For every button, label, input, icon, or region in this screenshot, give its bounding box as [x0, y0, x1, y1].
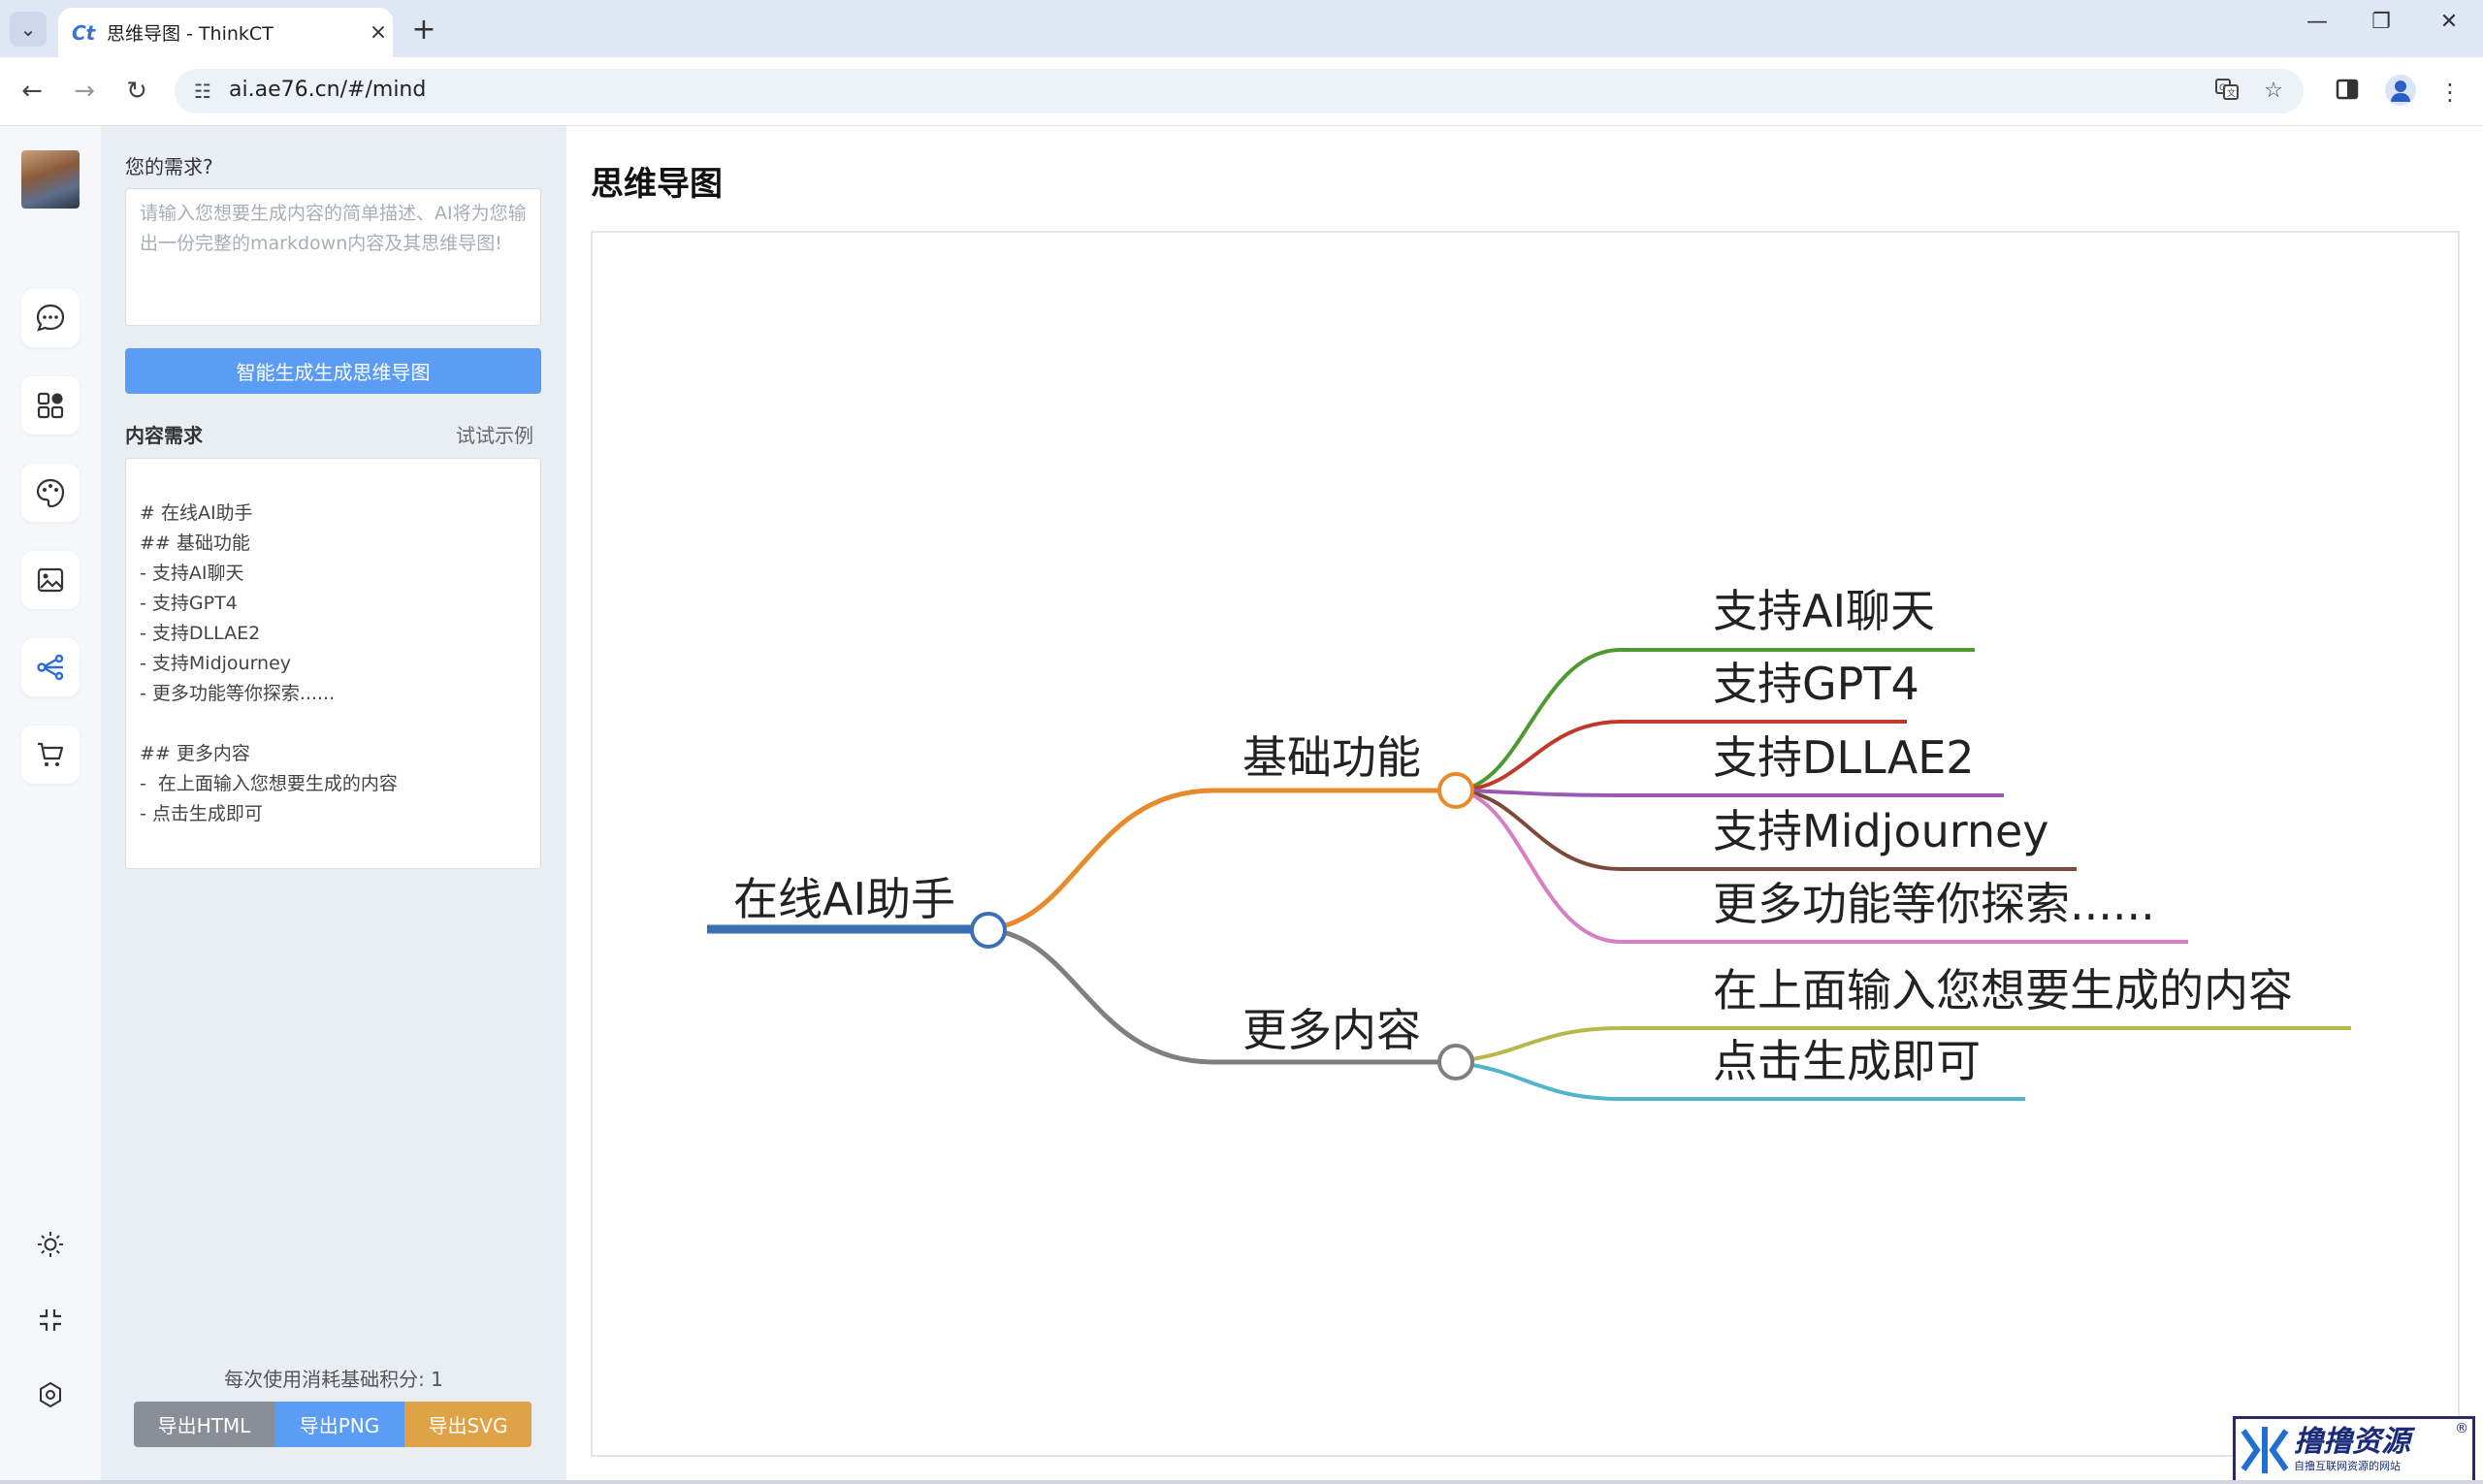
svg-text:G: G — [2219, 83, 2226, 93]
close-tab-icon[interactable]: × — [364, 20, 393, 45]
branch-connector-basic — [997, 788, 1446, 930]
user-avatar[interactable] — [21, 150, 80, 209]
settings-icon[interactable] — [31, 1375, 70, 1414]
branch-collapse-toggle[interactable] — [1437, 1044, 1474, 1081]
palette-icon[interactable] — [21, 464, 80, 522]
leaf-label[interactable]: 支持GPT4 — [1713, 658, 1919, 710]
leaf-connector — [1465, 789, 2004, 797]
export-html-button[interactable]: 导出HTML — [134, 1402, 274, 1447]
bookmark-star-icon[interactable]: ☆ — [2258, 77, 2289, 106]
watermark-logo-icon — [2241, 1427, 2289, 1473]
root-node-label[interactable]: 在线AI助手 — [733, 873, 955, 925]
active-tab[interactable]: Ct 思维导图 - ThinkCT × — [58, 8, 393, 57]
leaf-label[interactable]: 支持DLLAE2 — [1713, 731, 1975, 784]
browser-tab-strip: ⌄ Ct 思维导图 - ThinkCT × + — ❐ ✕ — [0, 0, 2483, 57]
site-info-icon[interactable]: ☷ — [188, 77, 217, 106]
leaf-label[interactable]: 更多功能等你探索...... — [1713, 878, 2155, 930]
generate-mindmap-button[interactable]: 智能生成生成思维导图 — [125, 348, 541, 394]
bottom-border — [0, 1480, 2483, 1484]
more-menu-icon[interactable]: ⋮ — [2433, 75, 2467, 110]
cost-text: 每次使用消耗基础积分: 1 — [224, 1368, 443, 1391]
export-svg-button[interactable]: 导出SVG — [404, 1402, 532, 1447]
translate-icon[interactable]: G文 — [2211, 77, 2242, 106]
need-placeholder: 请输入您想要生成内容的简单描述、AI将为您输出一份完整的markdown内容及其… — [140, 203, 527, 254]
profile-avatar-icon[interactable] — [2385, 75, 2416, 106]
chat-icon[interactable] — [21, 289, 80, 347]
need-label: 您的需求? — [125, 155, 213, 178]
tab-title: 思维导图 - ThinkCT — [107, 23, 274, 45]
branch-label-more[interactable]: 更多内容 — [1242, 1004, 1421, 1056]
back-icon[interactable]: ← — [16, 75, 48, 108]
address-bar[interactable]: ☷ ai.ae76.cn/#/mind G文 ☆ — [175, 69, 2304, 113]
restore-button[interactable]: ❐ — [2357, 10, 2405, 34]
close-window-button[interactable]: ✕ — [2425, 10, 2473, 34]
mindmap-icon[interactable] — [21, 638, 80, 696]
apps-icon[interactable] — [21, 376, 80, 435]
branch-collapse-toggle[interactable] — [1437, 772, 1474, 809]
url-text[interactable]: ai.ae76.cn/#/mind — [229, 78, 426, 102]
site-logo-icon: Ct — [72, 20, 96, 45]
tab-search-button[interactable]: ⌄ — [10, 12, 47, 47]
theme-icon[interactable] — [31, 1225, 70, 1264]
leaf-label[interactable]: 点击生成即可 — [1713, 1035, 1981, 1087]
browser-toolbar: ← → ↻ ☷ ai.ae76.cn/#/mind G文 ☆ ⋮ — [0, 57, 2483, 126]
new-tab-button[interactable]: + — [405, 12, 442, 47]
forward-icon[interactable]: → — [68, 75, 101, 108]
leaf-label[interactable]: 支持Midjourney — [1713, 805, 2049, 857]
chevron-down-icon: ⌄ — [19, 17, 37, 41]
watermark-text: 撸撸资源 — [2294, 1425, 2410, 1459]
svg-text:文: 文 — [2227, 87, 2236, 99]
image-icon[interactable] — [21, 551, 80, 609]
need-textarea[interactable]: 请输入您想要生成内容的简单描述、AI将为您输出一份完整的markdown内容及其… — [125, 188, 541, 326]
left-nav-rail — [0, 126, 101, 1484]
leaf-label[interactable]: 在上面输入您想要生成的内容 — [1713, 964, 2293, 1016]
leaf-label[interactable]: 支持AI聊天 — [1713, 585, 1935, 637]
mindmap-canvas[interactable]: 在线AI助手 基础功能 更多内容 支持AI聊天 支持GPT4 支持DLLAE2 … — [591, 231, 2460, 1457]
root-collapse-toggle[interactable] — [970, 912, 1007, 949]
content-label: 内容需求 — [125, 424, 203, 447]
content-textarea[interactable]: # 在线AI助手 ## 基础功能 - 支持AI聊天 - 支持GPT4 - 支持D… — [125, 458, 541, 869]
reload-icon[interactable]: ↻ — [120, 75, 153, 108]
minimize-button[interactable]: — — [2293, 10, 2341, 34]
registered-mark: ® — [2455, 1421, 2468, 1436]
side-panel-icon[interactable] — [2330, 75, 2365, 110]
collapse-icon[interactable] — [31, 1301, 70, 1339]
page-title: 思维导图 — [591, 165, 723, 204]
cart-icon[interactable] — [21, 726, 80, 784]
export-png-button[interactable]: 导出PNG — [274, 1402, 404, 1447]
watermark-subtext: 自撸互联网资源的网站 — [2294, 1460, 2401, 1472]
mindmap-svg[interactable]: 在线AI助手 基础功能 更多内容 支持AI聊天 支持GPT4 支持DLLAE2 … — [593, 233, 2458, 1455]
try-example-link[interactable]: 试试示例 — [456, 420, 533, 448]
watermark-badge: 撸撸资源 自撸互联网资源的网站 ® — [2233, 1416, 2475, 1484]
branch-label-basic[interactable]: 基础功能 — [1242, 731, 1421, 784]
